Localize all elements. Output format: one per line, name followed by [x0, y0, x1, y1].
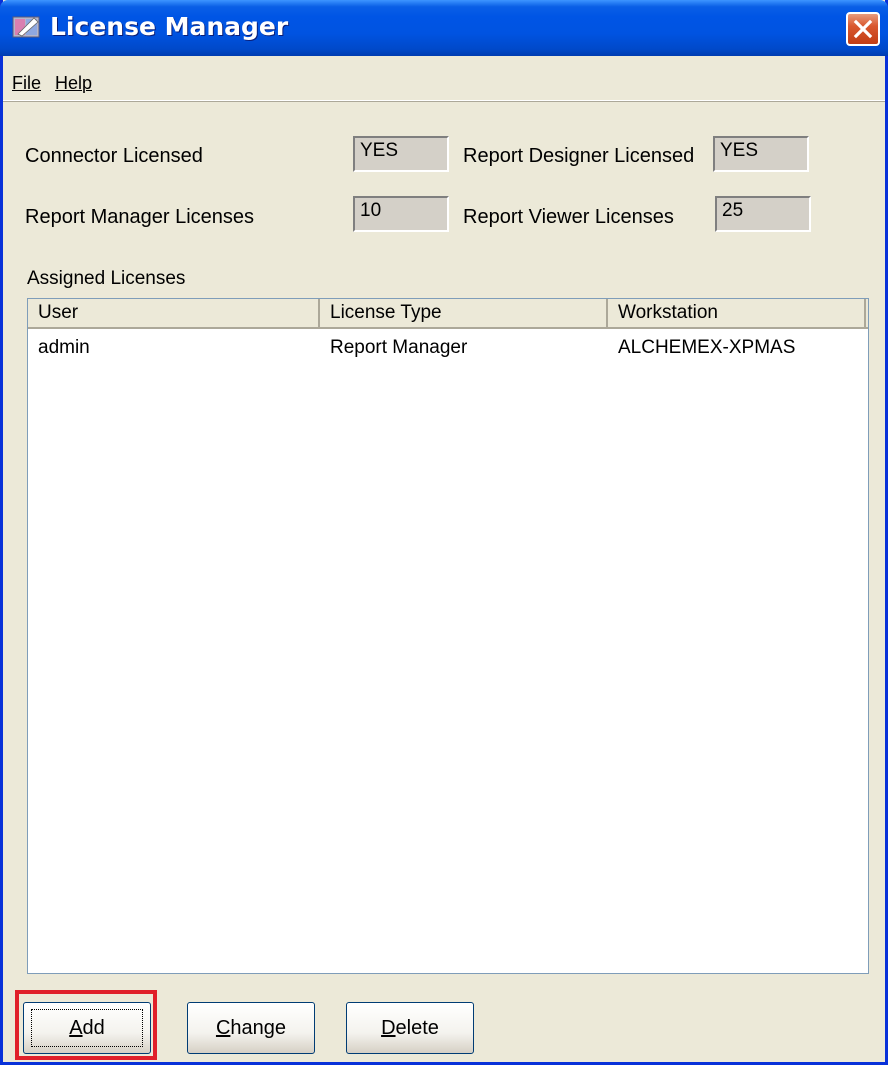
- menu-file[interactable]: File: [12, 73, 41, 94]
- table-row[interactable]: admin Report Manager ALCHEMEX-XPMAS: [28, 331, 868, 359]
- column-header-license-type[interactable]: License Type: [320, 299, 608, 327]
- cell-workstation: ALCHEMEX-XPMAS: [618, 337, 796, 358]
- menu-bar: File Help: [3, 56, 885, 101]
- change-button[interactable]: Change: [187, 1002, 315, 1054]
- report-viewer-licenses-value: 25: [715, 196, 811, 232]
- assigned-licenses-label: Assigned Licenses: [27, 268, 186, 289]
- column-header-user[interactable]: User: [28, 299, 320, 327]
- window-title: License Manager: [50, 12, 289, 41]
- title-bar[interactable]: License Manager: [0, 0, 888, 56]
- highlight-box: [15, 990, 157, 1060]
- change-label-rest: hange: [230, 1017, 287, 1039]
- close-button[interactable]: [846, 12, 880, 46]
- cell-license-type: Report Manager: [330, 337, 468, 358]
- report-manager-licenses-label: Report Manager Licenses: [25, 206, 255, 228]
- column-header-workstation[interactable]: Workstation: [608, 299, 866, 327]
- change-mnemonic: C: [215, 1017, 231, 1039]
- cell-user: admin: [38, 337, 90, 358]
- delete-button[interactable]: Delete: [346, 1002, 474, 1054]
- connector-licensed-label: Connector Licensed: [25, 145, 203, 167]
- delete-label-rest: elete: [395, 1017, 439, 1039]
- list-header: User License Type Workstation: [28, 299, 868, 329]
- menu-help[interactable]: Help: [55, 73, 92, 94]
- license-manager-window: License Manager File Help Connector Lice…: [0, 0, 888, 1065]
- delete-mnemonic: D: [381, 1017, 396, 1039]
- report-designer-label: Report Designer Licensed: [463, 145, 695, 167]
- close-icon: [853, 19, 873, 39]
- report-viewer-licenses-label: Report Viewer Licenses: [463, 206, 674, 228]
- connector-licensed-value: YES: [353, 136, 449, 172]
- app-icon: [12, 16, 40, 38]
- report-manager-licenses-value: 10: [353, 196, 449, 232]
- assigned-licenses-list[interactable]: User License Type Workstation admin Repo…: [27, 298, 869, 974]
- report-designer-value: YES: [713, 136, 809, 172]
